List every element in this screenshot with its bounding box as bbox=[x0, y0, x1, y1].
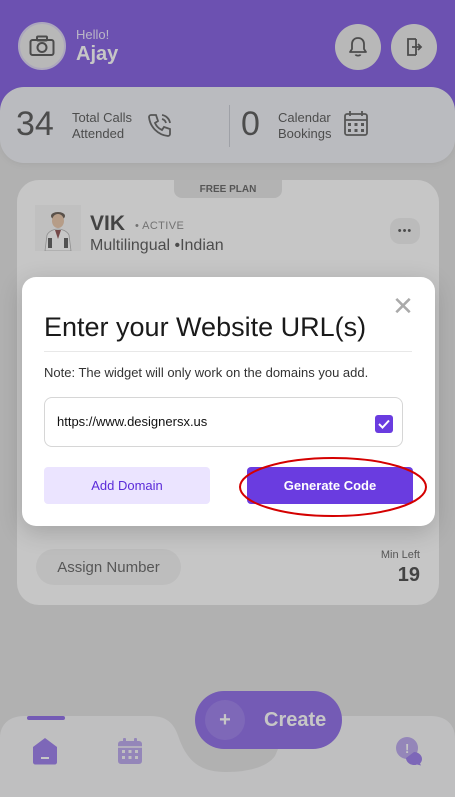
modal-divider bbox=[44, 351, 412, 352]
modal-title: Enter your Website URL(s) bbox=[44, 312, 367, 342]
modal-note: Note: The widget will only work on the d… bbox=[44, 365, 369, 380]
website-url-input[interactable] bbox=[57, 414, 357, 429]
checkmark-icon bbox=[378, 419, 390, 429]
add-domain-button[interactable]: Add Domain bbox=[44, 467, 210, 504]
close-icon[interactable]: ✕ bbox=[390, 291, 416, 321]
url-field bbox=[44, 397, 403, 447]
highlight-ellipse bbox=[239, 457, 427, 517]
url-checkbox[interactable] bbox=[375, 415, 393, 433]
